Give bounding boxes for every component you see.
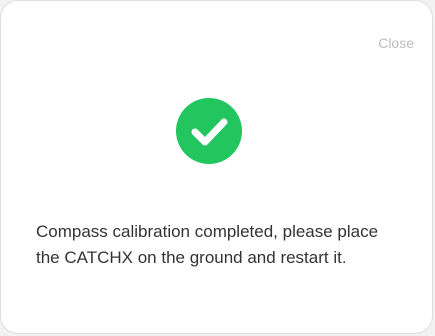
calibration-message: Compass calibration completed, please pl…: [36, 222, 379, 267]
check-circle-icon: [176, 98, 242, 164]
calibration-dialog: Close Compass calibration completed, ple…: [0, 0, 433, 334]
close-button[interactable]: Close: [378, 35, 414, 51]
